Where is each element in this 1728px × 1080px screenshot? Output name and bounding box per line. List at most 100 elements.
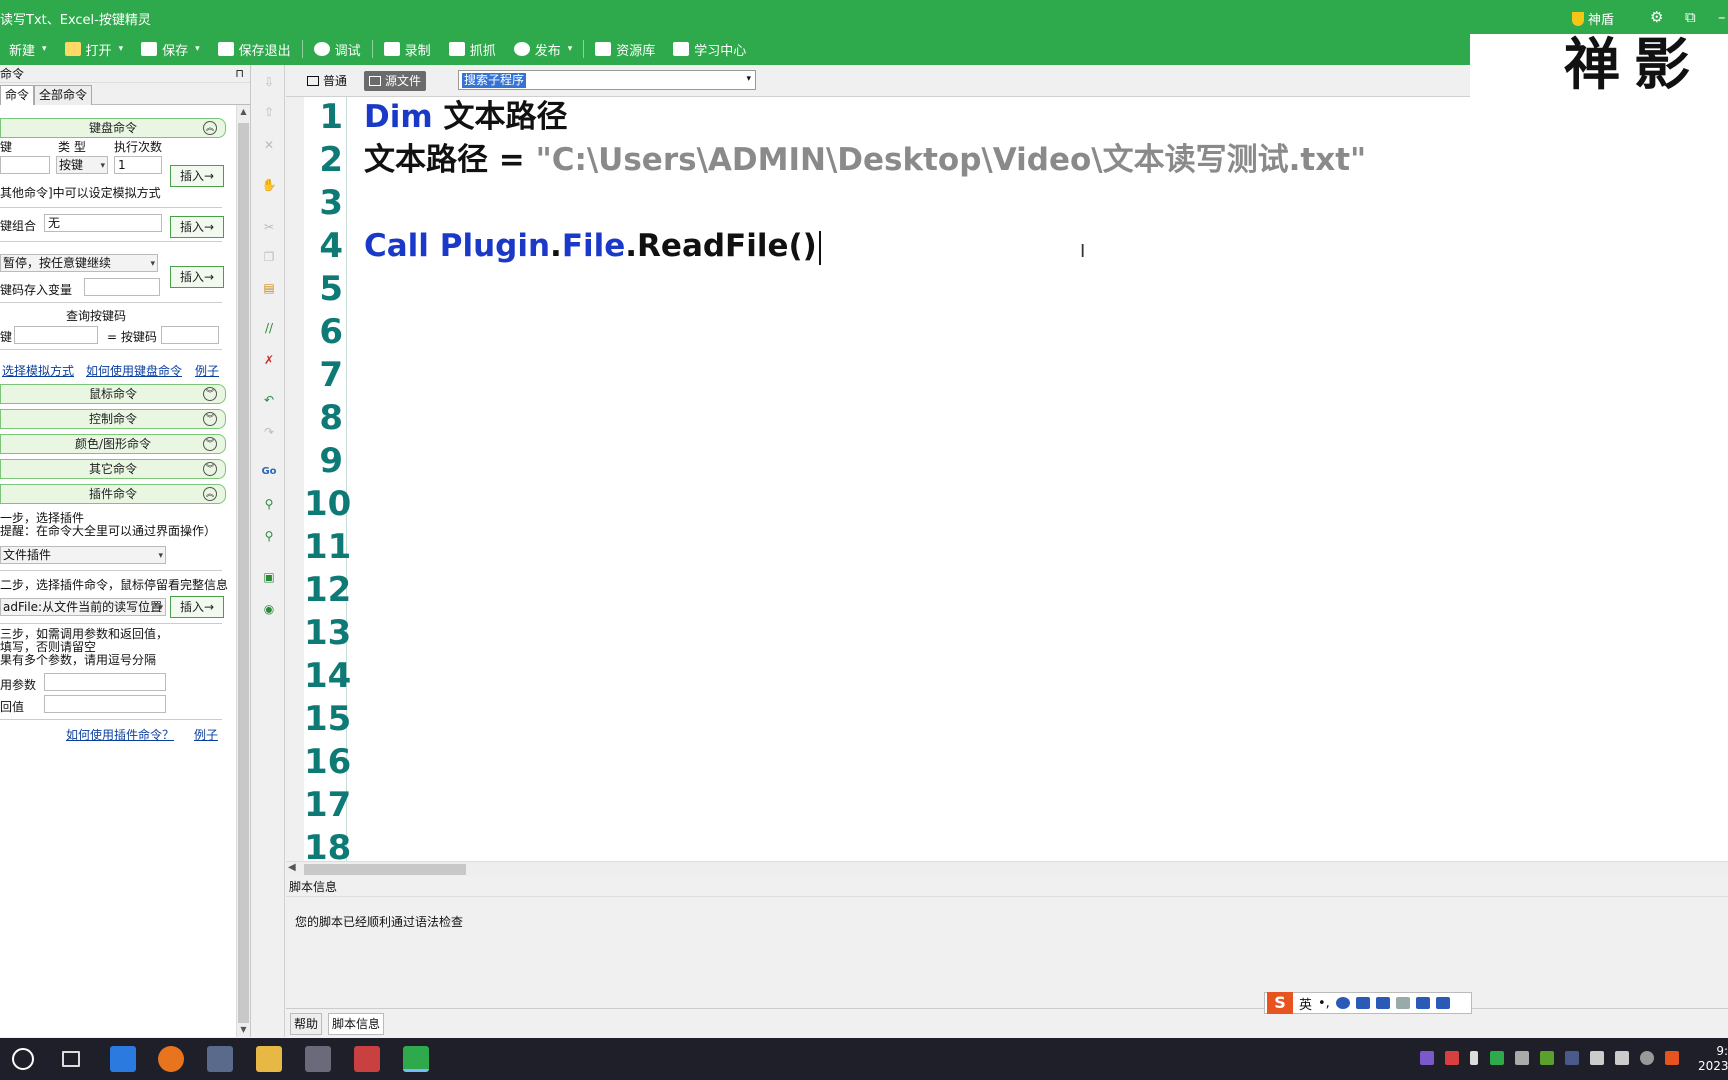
network-icon[interactable]	[1615, 1051, 1629, 1065]
sogou-logo-icon[interactable]: S	[1267, 992, 1293, 1014]
sogou-tray-icon[interactable]	[1665, 1051, 1679, 1065]
publish-button[interactable]: 发布 ▾	[505, 33, 582, 65]
tab-script-info[interactable]: 脚本信息	[328, 1013, 385, 1035]
keyboard-example-link[interactable]: 例子	[195, 362, 219, 379]
comment-icon[interactable]: //	[261, 321, 277, 335]
recorder-app-icon[interactable]	[354, 1046, 380, 1072]
expand-icon[interactable]: ︾	[203, 412, 217, 426]
mic-icon[interactable]	[1470, 1051, 1478, 1065]
insert-pause-button[interactable]: 插入→	[170, 266, 224, 288]
collapse-icon[interactable]: ︽	[203, 487, 217, 501]
delete-icon[interactable]: ✕	[261, 138, 277, 152]
shield-button[interactable]: 神盾	[1572, 9, 1614, 28]
save-exit-button[interactable]: 保存退出	[209, 33, 300, 65]
save-button[interactable]: 保存 ▾	[132, 33, 209, 65]
learning-button[interactable]: 学习中心	[664, 33, 755, 65]
keyboard-help-link[interactable]: 如何使用键盘命令	[86, 362, 182, 379]
type-select[interactable]: 按键 ▾	[56, 156, 108, 174]
count-stepper[interactable]: 1	[114, 156, 162, 174]
new-button[interactable]: 新建 ▾	[0, 33, 56, 65]
emoji-icon[interactable]	[1335, 997, 1350, 1009]
section-control[interactable]: 控制命令 ︾	[0, 409, 226, 429]
ime-language[interactable]: 英	[1299, 994, 1312, 1013]
section-mouse[interactable]: 鼠标命令 ︾	[0, 384, 226, 404]
subroutine-search-select[interactable]: 搜索子程序 ▾	[458, 70, 756, 90]
tab-all-commands[interactable]: 全部命令	[34, 85, 93, 105]
move-up-icon[interactable]: ⇧	[261, 105, 277, 119]
combo-input[interactable]: 无	[44, 214, 162, 232]
expand-icon[interactable]: ︾	[203, 387, 217, 401]
app-icon[interactable]	[110, 1046, 136, 1072]
uncomment-icon[interactable]: ✗	[261, 353, 277, 367]
debug-button[interactable]: 调试	[305, 33, 370, 65]
code-editor[interactable]: 1 2 3 4 5 6 7 8 9 10 11 12 13 14 15 16 1…	[304, 97, 1728, 861]
scrollbar-thumb[interactable]	[304, 864, 466, 875]
expand-icon[interactable]: ︾	[203, 462, 217, 476]
nvidia-icon[interactable]	[1540, 1051, 1554, 1065]
left-scrollbar[interactable]: ▲ ▼	[236, 105, 250, 1037]
file-explorer-icon[interactable]	[256, 1046, 282, 1072]
skin-icon[interactable]	[1415, 997, 1430, 1009]
normal-view-button[interactable]: 普通	[302, 71, 352, 91]
undo-icon[interactable]: ↶	[261, 393, 277, 407]
cut-icon[interactable]: ✂	[261, 220, 277, 234]
hand-icon[interactable]: ✋	[261, 178, 277, 192]
system-clock[interactable]: 9: 2023	[1698, 1044, 1728, 1074]
plugin-command-select[interactable]: adFile:从文件当前的读写位置 ▾	[0, 598, 166, 616]
plugin-help-link[interactable]: 如何使用插件命令？	[66, 726, 174, 743]
task-view-icon[interactable]	[62, 1051, 80, 1067]
insert-plugin-button[interactable]: 插入→	[170, 596, 224, 618]
pin-icon[interactable]: ⊓	[235, 65, 244, 83]
minimize-icon[interactable]: –	[1718, 8, 1726, 26]
section-other[interactable]: 其它命令 ︾	[0, 459, 226, 479]
section-color-graphics[interactable]: 颜色/图形命令 ︾	[0, 434, 226, 454]
mic-icon[interactable]	[1355, 997, 1370, 1009]
grid-icon[interactable]	[1435, 997, 1450, 1009]
query-code-input[interactable]	[161, 326, 219, 344]
scroll-left-icon[interactable]: ◀	[288, 862, 296, 873]
replace-icon[interactable]: ⚲	[261, 529, 277, 543]
firefox-icon[interactable]	[158, 1046, 184, 1072]
scroll-up-icon[interactable]: ▲	[237, 107, 250, 116]
chevron-down-icon[interactable]: ▾	[568, 44, 573, 54]
scrollbar-thumb[interactable]	[238, 123, 249, 1023]
editor-horizontal-scrollbar[interactable]: ◀	[286, 861, 1728, 876]
syntax-check-icon[interactable]: ▣	[261, 570, 277, 584]
paste-icon[interactable]: ▤	[261, 281, 277, 295]
settings-icon[interactable]: ⚙	[1650, 8, 1663, 26]
tray-app-icon[interactable]	[1515, 1051, 1529, 1065]
pause-select[interactable]: 暂停，按任意键继续 ▾	[0, 254, 158, 272]
search-icon[interactable]	[12, 1048, 34, 1070]
redo-icon[interactable]: ↷	[261, 425, 277, 439]
chevron-down-icon[interactable]: ▾	[746, 74, 751, 84]
tab-commands[interactable]: 命令	[0, 85, 35, 105]
tab-help[interactable]: 帮助	[290, 1013, 323, 1035]
anjian-jingling-icon[interactable]	[403, 1046, 429, 1072]
copy-icon[interactable]: ❐	[261, 250, 277, 264]
move-down-icon[interactable]: ⇩	[261, 75, 277, 89]
expand-icon[interactable]: ︾	[203, 437, 217, 451]
section-keyboard[interactable]: 键盘命令 ︽	[0, 118, 226, 138]
chevron-down-icon[interactable]: ▾	[195, 44, 200, 54]
query-key-input[interactable]	[14, 326, 98, 344]
tray-app-icon[interactable]	[1420, 1051, 1434, 1065]
resource-button[interactable]: 资源库	[586, 33, 664, 65]
collapse-icon[interactable]: ︽	[203, 121, 217, 135]
insert-keyboard-button[interactable]: 插入→	[170, 165, 224, 187]
volume-icon[interactable]	[1590, 1051, 1604, 1065]
camera-app-icon[interactable]	[305, 1046, 331, 1072]
param-input[interactable]	[44, 673, 166, 691]
source-view-button[interactable]: 源文件	[364, 71, 427, 91]
user-icon[interactable]	[1395, 997, 1410, 1009]
return-input[interactable]	[44, 695, 166, 713]
plugin-select[interactable]: 文件插件 ▾	[0, 546, 166, 564]
tray-app-icon[interactable]	[1490, 1051, 1504, 1065]
close-circle-icon[interactable]	[1640, 1051, 1654, 1065]
ime-punct[interactable]: •,	[1318, 996, 1330, 1011]
watch-icon[interactable]: ◉	[261, 602, 277, 616]
steam-icon[interactable]	[1565, 1051, 1579, 1065]
insert-combo-button[interactable]: 插入→	[170, 216, 224, 238]
chevron-down-icon[interactable]: ▾	[42, 44, 47, 54]
key-input[interactable]	[0, 156, 50, 174]
calculator-icon[interactable]	[207, 1046, 233, 1072]
